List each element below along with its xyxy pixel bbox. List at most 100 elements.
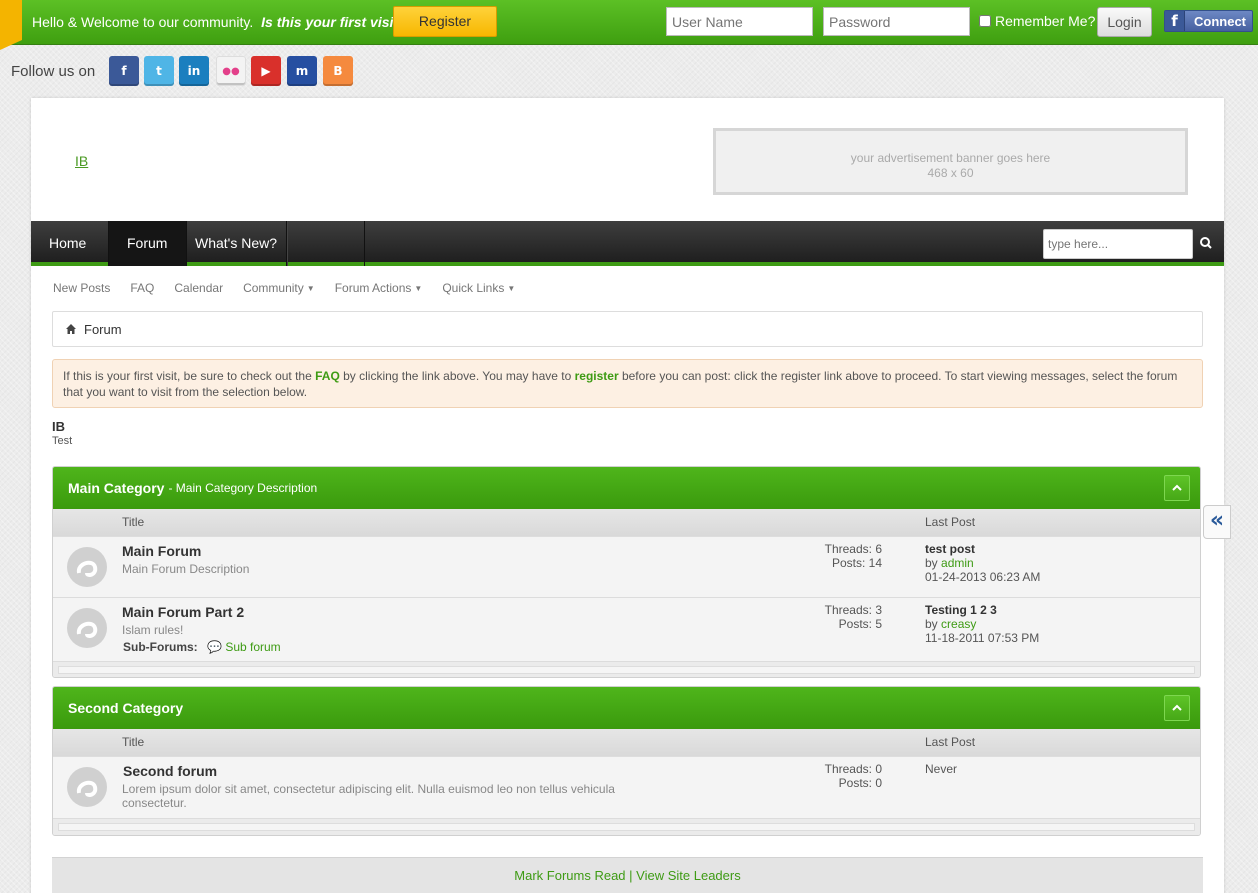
forum-row: Main Forum Part 2 Islam rules! Sub-Forum… [53,598,1200,662]
forum-last-post: Never [925,762,957,776]
forum-stats: Threads: 3 Posts: 5 [825,603,882,631]
forum-threads-count: Threads: 0 [824,762,882,776]
subforum-link-label: Sub forum [225,640,281,654]
last-post-user[interactable]: admin [941,556,974,570]
category-main: Main Category - Main Category Descriptio… [52,466,1201,678]
forum-title[interactable]: Main Forum [122,543,201,559]
search-input[interactable] [1043,229,1193,259]
facebook-icon: f [1165,11,1185,31]
speech-bubble-icon: 💬 [207,640,222,654]
login-button[interactable]: Login [1097,7,1152,37]
ad-banner[interactable]: your advertisement banner goes here 468 … [713,128,1188,195]
forum-row: Second forum Lorem ipsum dolor sit amet,… [53,757,1200,819]
subnav-calendar[interactable]: Calendar [174,281,223,295]
site-description: Test [52,435,73,447]
last-post-title[interactable]: test post [925,542,1040,556]
breadcrumb-current: Forum [84,321,122,337]
category-title[interactable]: Main Category [68,480,164,496]
collapse-category-button[interactable] [1164,695,1190,721]
subnav-new-posts[interactable]: New Posts [53,281,110,295]
ad-banner-text: your advertisement banner goes here [850,151,1051,165]
notice-register-link[interactable]: register [575,369,619,383]
column-last-post: Last Post [925,515,976,529]
column-title: Title [122,735,145,749]
subforums-label: Sub-Forums: [123,640,198,654]
password-field[interactable] [823,7,970,36]
welcome-text: Hello & Welcome to our community. [32,14,254,30]
subforum-link[interactable]: 💬 Sub forum [207,640,281,654]
category-title[interactable]: Second Category [68,700,183,716]
remember-me-checkbox[interactable] [979,15,991,27]
sidebar-toggle-button[interactable]: « [1203,505,1231,539]
home-icon[interactable] [65,323,77,335]
search-icon[interactable] [1198,235,1214,251]
category-header: Main Category - Main Category Descriptio… [53,467,1200,509]
remember-me-label: Remember Me? [995,13,1096,29]
subnav-forum-actions-label: Forum Actions [334,281,412,295]
main-navbar: Home Forum What's New? [31,221,1224,266]
facebook-social-glyph: f [121,64,127,78]
collapse-category-button[interactable] [1164,475,1190,501]
linkedin-social-icon[interactable]: in [179,56,209,86]
chevron-down-icon: ▼ [306,284,315,293]
category-header: Second Category [53,687,1200,729]
twitter-social-icon[interactable]: t [144,56,174,86]
column-title: Title [122,515,145,529]
register-button[interactable]: Register [393,6,497,37]
chevron-down-icon: ▼ [414,284,423,293]
forum-posts-count: Posts: 14 [831,556,882,570]
subnav-quick-links-label: Quick Links [442,281,505,295]
linkedin-social-glyph: in [187,64,201,78]
last-post-never: Never [925,762,958,776]
tab-home[interactable]: Home [31,221,109,266]
last-post-title[interactable]: Testing 1 2 3 [925,603,1039,617]
facebook-connect-button[interactable]: f Connect [1164,10,1253,32]
forum-status-icon [67,767,107,807]
blogger-social-glyph: B [333,64,343,78]
notice-text-2: by clicking the link above. You may have… [339,369,575,383]
forum-title[interactable]: Main Forum Part 2 [122,604,244,620]
forum-stats: Threads: 6 Posts: 14 [825,542,882,570]
youtube-social-icon[interactable]: ▶ [251,56,281,86]
forum-stats: Threads: 0 Posts: 0 [825,762,882,790]
chevron-up-icon [1172,484,1182,491]
forum-status-icon [67,547,107,587]
forum-footer-links: Mark Forums Read | View Site Leaders [52,857,1203,893]
notice-text-1: If this is your first visit, be sure to … [63,369,316,383]
corner-ribbon [0,0,22,50]
tab-forum[interactable]: Forum [109,221,187,266]
column-header-row: Title Last Post [53,509,1200,537]
view-site-leaders-link[interactable]: View Site Leaders [636,868,741,883]
category-second: Second Category Title Last Post Second f… [52,686,1201,836]
myspace-social-icon[interactable]: m [287,56,317,86]
category-footer [53,819,1200,835]
follow-us-label: Follow us on [11,63,96,80]
category-footer [53,662,1200,677]
category-description: - Main Category Description [168,481,318,495]
first-visit-text: Is this your first visit? [261,14,407,30]
forum-posts-count: Posts: 5 [838,617,882,631]
subnav-faq[interactable]: FAQ [130,281,154,295]
username-field[interactable] [666,7,813,36]
tab-empty [287,221,365,266]
ad-banner-size: 468 x 60 [927,166,974,180]
mark-forums-read-link[interactable]: Mark Forums Read [514,868,625,883]
subnav-community[interactable]: Community ▼ [243,281,315,295]
forum-threads-count: Threads: 3 [824,603,882,617]
column-header-row: Title Last Post [53,729,1200,757]
top-login-bar: Hello & Welcome to our community. Is thi… [0,0,1258,50]
first-visit-notice: If this is your first visit, be sure to … [52,359,1203,408]
subnav-quick-links[interactable]: Quick Links ▼ [442,281,515,295]
site-logo-link[interactable]: IB [75,153,88,169]
blogger-social-icon[interactable]: B [323,56,353,86]
forum-title[interactable]: Second forum [123,763,217,779]
tab-whats-new[interactable]: What's New? [187,221,287,266]
notice-faq-link[interactable]: FAQ [315,369,340,383]
chevron-down-icon: ▼ [507,284,516,293]
flickr-social-icon[interactable]: ●● [216,56,246,86]
last-post-user[interactable]: creasy [941,617,976,631]
forum-description: Islam rules! [122,623,184,637]
subnav-forum-actions[interactable]: Forum Actions ▼ [335,281,423,295]
remember-me[interactable]: Remember Me? [979,13,1095,29]
facebook-social-icon[interactable]: f [109,56,139,86]
